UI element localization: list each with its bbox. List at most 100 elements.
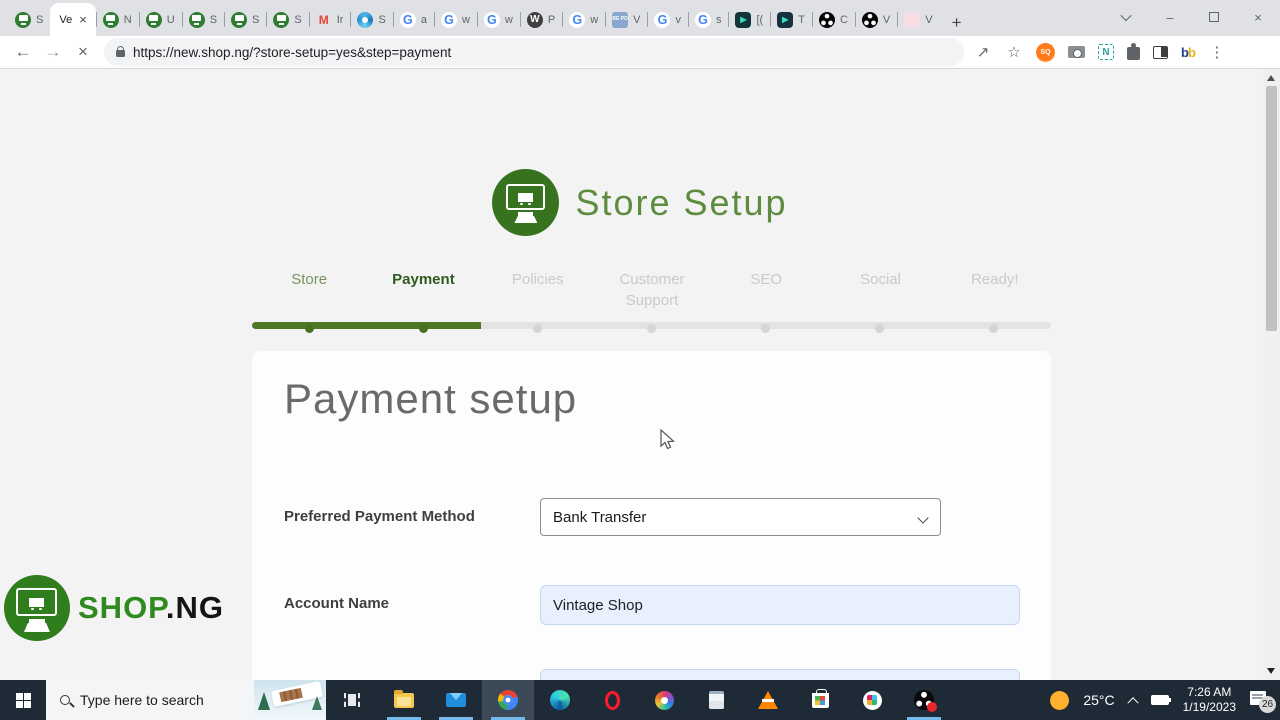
browser-tab[interactable]: WP [519, 3, 562, 36]
taskbar-obs-button[interactable] [898, 680, 950, 720]
browser-tab[interactable]: Gw [433, 3, 477, 36]
page-scrollbar[interactable] [1263, 69, 1280, 680]
forward-button[interactable]: → [38, 38, 68, 66]
taskbar-file-explorer-button[interactable] [378, 680, 430, 720]
browser-tab[interactable]: Gw [476, 3, 520, 36]
weather-sun-icon[interactable] [1050, 690, 1070, 710]
taskbar-chrome-button[interactable] [482, 680, 534, 720]
browser-tab[interactable]: U [138, 3, 182, 36]
wordmark-ng: .NG [165, 590, 224, 625]
browser-tab[interactable]: S [181, 3, 224, 36]
restore-button[interactable] [1192, 0, 1236, 34]
step-ready-[interactable]: Ready! [938, 269, 1052, 311]
browser-tab[interactable]: S [8, 3, 50, 36]
n-extension-icon[interactable]: N [1098, 44, 1114, 60]
step-payment[interactable]: Payment [366, 269, 480, 311]
share-icon[interactable]: ↗ [974, 43, 992, 61]
wordmark-shop: SHOP [78, 590, 166, 625]
url-text[interactable]: https://new.shop.ng/?store-setup=yes&ste… [133, 45, 451, 60]
taskbar-edge-button[interactable] [534, 680, 586, 720]
screenshot-extension-icon[interactable] [1068, 46, 1085, 58]
browser-tab[interactable]: Ga [392, 3, 434, 36]
taskbar-mail-button[interactable] [430, 680, 482, 720]
web-page: Store Setup Store Payment Policies Customer… [0, 69, 1280, 680]
hidden-icons-chevron[interactable] [1126, 697, 1139, 709]
back-button[interactable]: ← [8, 38, 38, 66]
google-favicon: G [399, 11, 416, 28]
chevron-down-icon [1120, 9, 1132, 22]
taskbar-slack-button[interactable] [846, 680, 898, 720]
extensions-puzzle-icon[interactable] [1127, 43, 1140, 60]
scrollbar-down-arrow[interactable] [1267, 668, 1275, 674]
tab-label: [( [756, 13, 764, 26]
taskbar-ms-store-button[interactable] [794, 680, 846, 720]
browser-tab[interactable]: S [266, 3, 308, 36]
action-center-button[interactable]: 26 [1250, 691, 1276, 713]
sidebar-toggle-icon[interactable] [1153, 45, 1168, 59]
taskbar-opera-button[interactable] [586, 680, 638, 720]
browser-tab[interactable]: Gs [687, 3, 729, 36]
new-tab-button[interactable]: + [944, 10, 970, 36]
taskbar-notepad-button[interactable] [690, 680, 742, 720]
search-weather-art[interactable] [254, 680, 326, 720]
file-explorer-icon [394, 689, 414, 708]
chevron-down-icon [917, 512, 929, 524]
bookmark-star-icon[interactable]: ☆ [1005, 43, 1023, 61]
tab-label: S [36, 13, 44, 26]
tab-label: N [123, 13, 132, 26]
browser-toolbar: ← → × https://new.shop.ng/?store-setup=y… [0, 36, 1280, 69]
task-view-icon [344, 693, 360, 707]
taskbar-paint3d-button[interactable] [638, 680, 690, 720]
sq-extension-icon[interactable]: SQ [1036, 42, 1055, 62]
taskbar-vlc-button[interactable] [742, 680, 794, 720]
payment-method-select[interactable]: Bank Transfer [540, 498, 941, 536]
notification-badge: 26 [1259, 696, 1276, 713]
browser-tab[interactable]: ▶ T [770, 3, 812, 36]
stop-button[interactable]: × [68, 38, 98, 66]
browser-tab[interactable]: RE PO V [605, 3, 647, 36]
step-policies[interactable]: Policies [481, 269, 595, 311]
minimize-button[interactable]: – [1148, 0, 1192, 34]
taskbar-task-view-button[interactable] [326, 680, 378, 720]
browser-tab[interactable]: S [224, 3, 266, 36]
battery-icon[interactable] [1150, 695, 1172, 705]
browser-tab[interactable]: S [350, 3, 392, 36]
taskbar-clock[interactable]: 7:26 AM 1/19/2023 [1183, 685, 1236, 715]
scrollbar-up-arrow[interactable] [1267, 75, 1275, 81]
tab-close-icon[interactable]: × [79, 12, 87, 27]
active-tab[interactable]: Ve × [50, 3, 96, 36]
tab-label: S [378, 13, 386, 26]
next-field-input[interactable] [540, 669, 1020, 680]
account-name-input[interactable]: Vintage Shop [540, 585, 1020, 625]
filmora-favicon: ▶ [735, 11, 752, 28]
browser-tab[interactable]: ▶ [( [728, 3, 770, 36]
taskbar-search-box[interactable]: Type here to search [46, 680, 326, 720]
window-controls: – × [1104, 0, 1280, 34]
browser-tab[interactable]: N [95, 3, 139, 36]
browser-tab[interactable]: C [811, 3, 855, 36]
bb-extension-icon[interactable]: bb [1181, 45, 1196, 60]
step-store[interactable]: Store [252, 269, 366, 311]
browser-tab[interactable]: Gw [562, 3, 605, 36]
address-bar[interactable]: https://new.shop.ng/?store-setup=yes&ste… [104, 38, 964, 66]
start-button[interactable] [0, 680, 46, 720]
recording-dot [927, 702, 937, 712]
step-social[interactable]: Social [823, 269, 937, 311]
browser-menu-icon[interactable]: ⋮ [1208, 43, 1226, 61]
browser-tab[interactable]: V [854, 3, 897, 36]
toolbar-extensions: ↗ ☆ SQ N bb ⋮ [974, 42, 1226, 62]
temperature-text[interactable]: 25°C [1083, 692, 1114, 708]
scrollbar-thumb[interactable] [1266, 86, 1277, 331]
browser-tab[interactable]: Gv [647, 3, 688, 36]
ms-store-icon [811, 688, 829, 708]
tab-search-button[interactable] [1104, 0, 1148, 34]
lock-icon[interactable] [116, 46, 125, 57]
step-customer-support[interactable]: Customer Support [595, 269, 709, 311]
browser-tab[interactable]: V [897, 3, 939, 36]
tab-label: w [504, 13, 513, 26]
payment-setup-card: Payment setup Preferred Payment Method Ba… [252, 351, 1051, 680]
close-button[interactable]: × [1236, 0, 1280, 34]
browser-tab[interactable]: M Ir [308, 3, 351, 36]
step-seo[interactable]: SEO [709, 269, 823, 311]
search-icon [60, 695, 70, 705]
